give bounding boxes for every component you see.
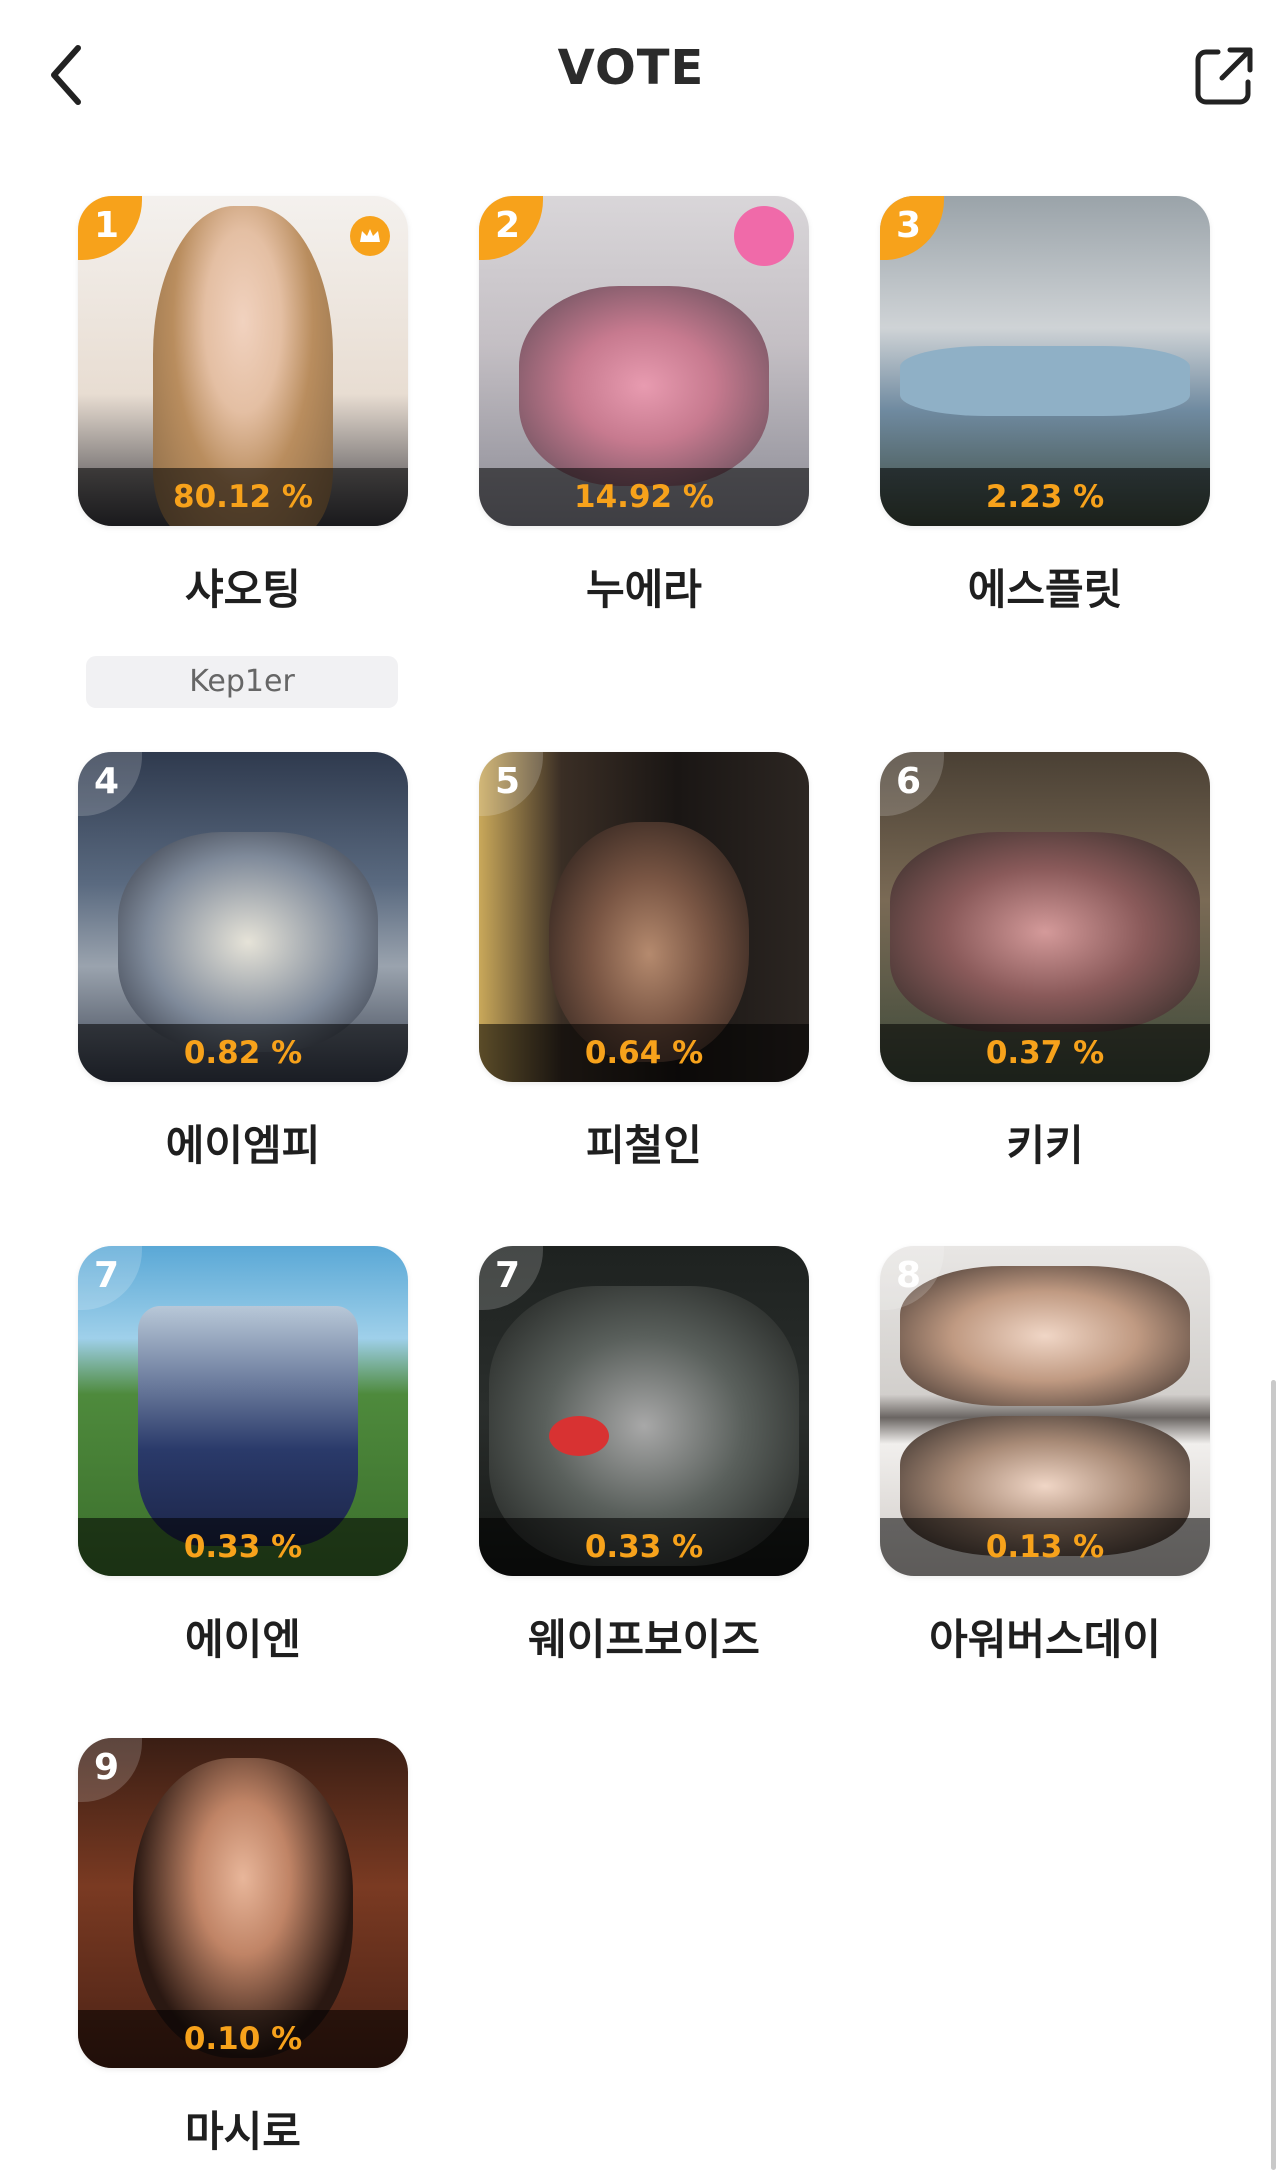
vote-percentage: 14.92 % (479, 468, 809, 526)
vote-percentage: 0.13 % (880, 1518, 1210, 1576)
vote-percentage: 2.23 % (880, 468, 1210, 526)
share-button[interactable] (1188, 40, 1260, 112)
candidate-photo[interactable]: 4 0.82 % (78, 752, 408, 1082)
candidate-name: 웨이프보이즈 (528, 1615, 760, 1664)
page-title: VOTE (557, 40, 705, 96)
candidate-name: 에스플릿 (967, 565, 1123, 614)
top-bar: VOTE (0, 0, 1280, 150)
candidate-photo[interactable]: 7 0.33 % (479, 1246, 809, 1576)
candidate-photo[interactable]: 2 14.92 % (479, 196, 809, 526)
candidate-photo[interactable]: 3 2.23 % (880, 196, 1210, 526)
candidate-name: 샤오팅 (185, 565, 301, 614)
vote-percentage: 80.12 % (78, 468, 408, 526)
candidate-name: 에이엠피 (165, 1121, 321, 1170)
vote-percentage: 0.37 % (880, 1024, 1210, 1082)
vote-percentage: 0.33 % (78, 1518, 408, 1576)
candidate-photo[interactable]: 7 0.33 % (78, 1246, 408, 1576)
vote-percentage: 0.33 % (479, 1518, 809, 1576)
scrollbar[interactable] (1271, 1380, 1276, 2170)
candidate-name: 아워버스데이 (929, 1615, 1161, 1664)
vote-percentage: 0.10 % (78, 2010, 408, 2068)
crown-icon (350, 216, 390, 256)
candidate-photo[interactable]: 9 0.10 % (78, 1738, 408, 2068)
candidate-name: 에이엔 (185, 1615, 301, 1664)
candidate-name: 마시로 (185, 2107, 301, 2156)
candidate-name: 키키 (1006, 1121, 1084, 1170)
candidate-photo[interactable]: 6 0.37 % (880, 752, 1210, 1082)
vote-percentage: 0.64 % (479, 1024, 809, 1082)
candidate-photo[interactable]: 5 0.64 % (479, 752, 809, 1082)
candidate-photo[interactable]: 8 0.13 % (880, 1246, 1210, 1576)
vote-percentage: 0.82 % (78, 1024, 408, 1082)
candidate-photo[interactable]: 1 80.12 % (78, 196, 408, 526)
candidate-name: 피철인 (586, 1121, 702, 1170)
candidate-name: 누에라 (586, 565, 702, 614)
external-share-icon (1195, 47, 1253, 105)
group-tag: Kep1er (86, 656, 398, 708)
